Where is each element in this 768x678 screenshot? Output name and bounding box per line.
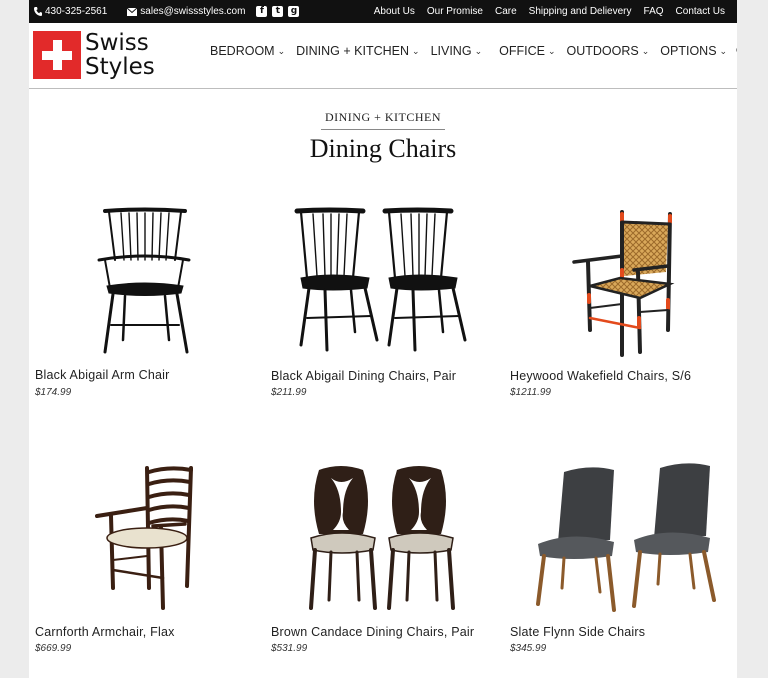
logo-line-2: Styles: [85, 54, 155, 80]
shipping-link[interactable]: Shipping and Delievery: [529, 6, 632, 17]
breadcrumb[interactable]: DINING + KITCHEN: [29, 110, 737, 125]
chevron-down-icon: ⌄: [641, 45, 650, 56]
nav-label: OUTDOORS: [566, 44, 639, 58]
phone-number: 430-325-2561: [45, 6, 108, 17]
chevron-down-icon: ⌄: [719, 45, 728, 56]
our-promise-link[interactable]: Our Promise: [427, 6, 483, 17]
product-price: $1211.99: [510, 387, 551, 398]
google-plus-icon[interactable]: g: [288, 6, 300, 17]
product-name[interactable]: Black Abigail Arm Chair: [35, 368, 170, 382]
nav-bedroom[interactable]: BEDROOM ⌄: [210, 44, 285, 58]
product-card[interactable]: Black Abigail Arm Chair $174.99: [35, 200, 255, 400]
twitter-icon[interactable]: t: [272, 6, 284, 17]
nav-office[interactable]: OFFICE ⌄: [499, 44, 555, 58]
product-price: $211.99: [271, 387, 307, 398]
breadcrumb-underline: [321, 129, 445, 130]
product-name[interactable]: Black Abigail Dining Chairs, Pair: [271, 369, 456, 383]
top-bar: 430-325-2561 sales@swissstyles.com f t g…: [29, 0, 737, 23]
nav-label: DINING + KITCHEN: [296, 44, 410, 58]
product-name[interactable]: Brown Candace Dining Chairs, Pair: [271, 625, 474, 639]
page-title: Dining Chairs: [309, 134, 457, 163]
chevron-down-icon: ⌄: [547, 45, 556, 56]
search-icon[interactable]: [736, 45, 737, 57]
email-link[interactable]: sales@swissstyles.com: [127, 6, 245, 17]
top-links: About Us Our Promise Care Shipping and D…: [362, 0, 725, 23]
product-card[interactable]: Black Abigail Dining Chairs, Pair $211.9…: [271, 200, 491, 400]
main-nav: BEDROOM ⌄ DINING + KITCHEN ⌄ LIVING ⌄ OFFIC…: [210, 44, 737, 58]
product-card[interactable]: Carnforth Armchair, Flax $669.99: [35, 460, 255, 660]
product-card[interactable]: Brown Candace Dining Chairs, Pair $531.9…: [271, 460, 491, 660]
contact-us-link[interactable]: Contact Us: [676, 6, 725, 17]
product-image[interactable]: [35, 200, 235, 360]
product-name[interactable]: Carnforth Armchair, Flax: [35, 625, 175, 639]
nav-living[interactable]: LIVING ⌄: [431, 44, 483, 58]
nav-dining-kitchen[interactable]: DINING + KITCHEN ⌄: [296, 44, 419, 58]
logo-line-1: Swiss: [85, 30, 149, 56]
about-us-link[interactable]: About Us: [374, 6, 415, 17]
product-image[interactable]: [510, 200, 725, 360]
product-price: $669.99: [35, 643, 72, 654]
logo-text: Swiss Styles: [85, 31, 155, 79]
email-address: sales@swissstyles.com: [140, 6, 246, 17]
product-price: $345.99: [510, 643, 547, 654]
nav-options[interactable]: OPTIONS ⌄: [660, 44, 727, 58]
nav-label: LIVING: [430, 44, 472, 58]
chevron-down-icon: ⌄: [474, 45, 483, 56]
product-image[interactable]: [35, 460, 235, 620]
phone-icon: [34, 7, 42, 16]
chevron-down-icon: ⌄: [277, 45, 286, 56]
product-name[interactable]: Slate Flynn Side Chairs: [510, 625, 645, 639]
nav-label: OPTIONS: [660, 44, 717, 58]
product-image[interactable]: [271, 460, 486, 620]
product-price: $174.99: [35, 387, 72, 398]
swiss-flag-icon: [33, 31, 81, 79]
header-divider: [29, 88, 737, 89]
product-card[interactable]: Slate Flynn Side Chairs $345.99: [510, 460, 730, 660]
phone-link[interactable]: 430-325-2561: [34, 6, 107, 17]
page: 430-325-2561 sales@swissstyles.com f t g…: [29, 0, 737, 678]
envelope-icon: [127, 7, 138, 16]
facebook-icon[interactable]: f: [256, 6, 268, 17]
nav-outdoors[interactable]: OUTDOORS ⌄: [567, 44, 650, 58]
chevron-down-icon: ⌄: [412, 45, 420, 56]
product-image[interactable]: [271, 200, 486, 360]
product-price: $531.99: [271, 643, 308, 654]
social-links: f t g: [256, 6, 300, 17]
product-image[interactable]: [510, 460, 725, 620]
nav-label: OFFICE: [499, 44, 545, 58]
product-name[interactable]: Heywood Wakefield Chairs, S/6: [510, 369, 691, 383]
care-link[interactable]: Care: [495, 6, 517, 17]
faq-link[interactable]: FAQ: [644, 6, 664, 17]
site-logo[interactable]: Swiss Styles: [33, 31, 155, 79]
product-card[interactable]: Heywood Wakefield Chairs, S/6 $1211.99: [510, 200, 730, 400]
contact-info: 430-325-2561 sales@swissstyles.com f t g: [34, 0, 300, 23]
nav-label: BEDROOM: [210, 44, 275, 58]
